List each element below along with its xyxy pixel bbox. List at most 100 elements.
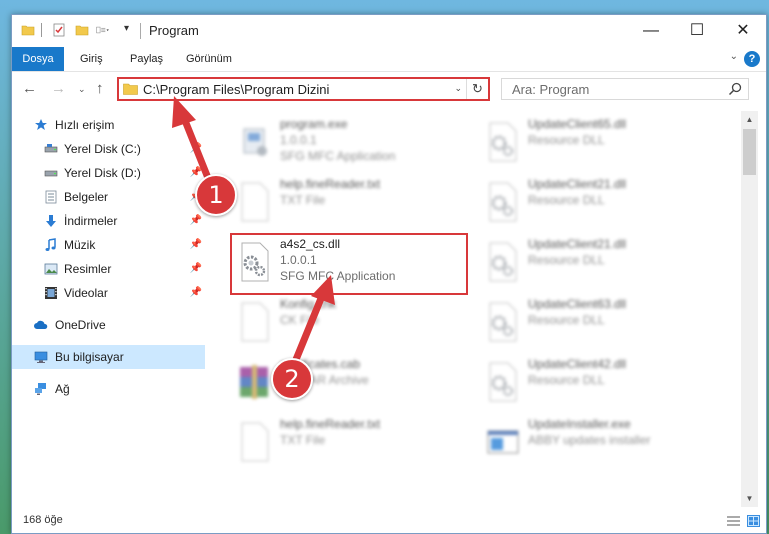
ribbon-tabs: Dosya Giriş Paylaş Görünüm ⌄ ? <box>12 47 766 72</box>
file-name: UpdateClient63.dll <box>528 297 627 311</box>
pin-icon[interactable]: 📌 <box>190 257 202 281</box>
status-bar: 168 öğe <box>12 509 766 533</box>
pin-icon[interactable]: 📌 <box>190 209 202 233</box>
customize-toolbar-dropdown[interactable]: ▾ <box>124 23 129 34</box>
sidebar-item-label: Bu bilgisayar <box>55 350 124 364</box>
details-view-icon[interactable] <box>727 515 740 527</box>
tab-share[interactable]: Paylaş <box>120 47 173 71</box>
computer-icon <box>34 351 48 363</box>
properties-check-icon[interactable] <box>52 23 66 37</box>
sidebar-item-onedrive[interactable]: OneDrive <box>12 313 205 337</box>
sidebar-item-documents[interactable]: Belgeler 📌 <box>12 185 205 209</box>
file-type: CK File <box>280 313 320 327</box>
tab-view[interactable]: Görünüm <box>176 47 242 71</box>
recent-locations-button[interactable]: ⌄ <box>78 84 86 95</box>
up-button[interactable]: ↑ <box>96 80 104 97</box>
file-item-help-txt[interactable]: help.fineReader.txt TXT File <box>230 173 470 229</box>
scroll-up-button[interactable]: ▲ <box>741 111 758 128</box>
file-name: UpdateClient42.dll <box>528 357 627 371</box>
explorer-window: ▾ Program — ☐ ✕ Dosya Giriş Paylaş Görün… <box>11 14 767 534</box>
file-item-certificates-cab[interactable]: certificates.cab WinRAR Archive <box>230 353 470 409</box>
pin-icon[interactable]: 📌 <box>190 233 202 257</box>
pin-icon[interactable]: 📌 <box>190 281 202 305</box>
folder-icon[interactable] <box>21 23 35 37</box>
sidebar-item-network[interactable]: Ağ <box>12 377 205 401</box>
file-type: Resource DLL <box>528 373 605 387</box>
view-properties-icon[interactable] <box>96 23 110 37</box>
file-item-help-txt-2[interactable]: help.fineReader.txt TXT File <box>230 413 470 469</box>
drive-icon <box>44 144 58 153</box>
file-list: program.exe 1.0.0.1 SFG MFC Application … <box>208 111 738 507</box>
back-button[interactable]: ← <box>22 80 37 97</box>
help-icon[interactable]: ? <box>744 51 760 67</box>
title-separator <box>140 23 141 39</box>
dll-gear-icon <box>489 362 517 402</box>
file-name: help.fineReader.txt <box>280 177 381 191</box>
sidebar-item-label: Resimler <box>64 262 112 276</box>
pictures-icon <box>44 263 58 275</box>
sidebar-item-label: İndirmeler <box>64 214 118 228</box>
file-item-updateclient63[interactable]: UpdateClient63.dll Resource DLL <box>478 293 718 349</box>
file-version: 1.0.0.1 <box>280 133 317 147</box>
maximize-button[interactable]: ☐ <box>674 15 720 47</box>
search-input[interactable]: Ara: Program <box>512 82 589 97</box>
drive-icon <box>44 170 58 177</box>
search-box[interactable]: Ara: Program <box>501 78 749 100</box>
sidebar-item-pictures[interactable]: Resimler 📌 <box>12 257 205 281</box>
navigation-bar: ← → ⌄ ↑ C:\Program Files\Program Dizini … <box>12 72 766 106</box>
file-item-updateclient21[interactable]: UpdateClient21.dll Resource DLL <box>478 173 718 229</box>
tab-home[interactable]: Giriş <box>70 47 113 71</box>
app-window-icon <box>487 430 519 454</box>
tab-file[interactable]: Dosya <box>12 47 64 71</box>
download-icon <box>46 215 56 227</box>
file-item-konfig[interactable]: Konfig.chk CK File <box>230 293 470 349</box>
large-icons-view-icon[interactable] <box>747 515 760 527</box>
forward-button[interactable]: → <box>51 80 66 97</box>
cloud-icon <box>34 320 48 329</box>
address-bar[interactable]: C:\Program Files\Program Dizini ⌄ ↻ <box>117 77 490 101</box>
window-title: Program <box>149 23 199 38</box>
file-item-updateclient65[interactable]: UpdateClient65.dll Resource DLL <box>478 113 718 169</box>
highlight-box <box>230 233 468 295</box>
sidebar-item-quick-access[interactable]: Hızlı erişim <box>12 113 205 137</box>
close-button[interactable]: ✕ <box>720 15 766 47</box>
sidebar-item-this-pc[interactable]: Bu bilgisayar <box>12 345 205 369</box>
documents-icon <box>45 190 57 204</box>
sidebar-item-local-disk-c[interactable]: Yerel Disk (C:) 📌 <box>12 137 205 161</box>
text-file-icon <box>241 422 269 462</box>
file-item-updateinstaller[interactable]: UpdateInstaller.exe ABBY updates install… <box>478 413 718 469</box>
music-icon <box>45 238 56 251</box>
new-folder-icon[interactable] <box>75 23 89 37</box>
scroll-thumb[interactable] <box>743 129 756 175</box>
file-item-program-exe[interactable]: program.exe 1.0.0.1 SFG MFC Application <box>230 113 470 169</box>
address-dropdown-icon[interactable]: ⌄ <box>454 83 462 94</box>
item-count: 168 öğe <box>23 514 63 526</box>
file-item-updateclient21-2[interactable]: UpdateClient21.dll Resource DLL <box>478 233 718 289</box>
sidebar-item-label: OneDrive <box>55 318 106 332</box>
sidebar-item-music[interactable]: Müzik 📌 <box>12 233 205 257</box>
file-item-updateclient42[interactable]: UpdateClient42.dll Resource DLL <box>478 353 718 409</box>
network-icon <box>35 383 46 395</box>
file-name: UpdateClient21.dll <box>528 237 627 251</box>
file-type: Resource DLL <box>528 133 605 147</box>
expand-ribbon-icon[interactable]: ⌄ <box>730 51 738 62</box>
sidebar-item-downloads[interactable]: İndirmeler 📌 <box>12 209 205 233</box>
refresh-button[interactable]: ↻ <box>466 79 488 99</box>
file-type: Resource DLL <box>528 193 605 207</box>
sidebar-item-label: Hızlı erişim <box>55 118 115 132</box>
pin-icon[interactable]: 📌 <box>190 137 202 161</box>
sidebar-item-local-disk-d[interactable]: Yerel Disk (D:) 📌 <box>12 161 205 185</box>
file-name: UpdateClient21.dll <box>528 177 627 191</box>
address-path[interactable]: C:\Program Files\Program Dizini <box>143 82 329 97</box>
vertical-scrollbar[interactable]: ▲ ▼ <box>741 111 758 507</box>
sidebar-item-videos[interactable]: Videolar 📌 <box>12 281 205 305</box>
scroll-down-button[interactable]: ▼ <box>741 490 758 507</box>
search-icon[interactable] <box>728 82 742 96</box>
video-icon <box>45 287 57 299</box>
file-type: Resource DLL <box>528 313 605 327</box>
sidebar-item-label: Müzik <box>64 238 96 252</box>
star-icon <box>35 119 47 130</box>
dll-gear-icon <box>489 242 517 282</box>
minimize-button[interactable]: — <box>628 15 674 47</box>
title-bar: ▾ Program — ☐ ✕ <box>12 15 766 47</box>
